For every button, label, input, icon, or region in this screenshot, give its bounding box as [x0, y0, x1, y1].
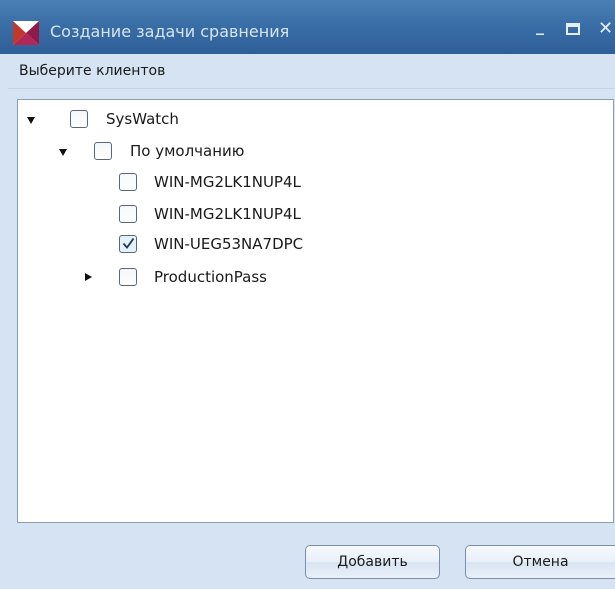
tree-item-client[interactable]: WIN-UEG53NA7DPC: [18, 233, 613, 257]
collapse-arrow-icon[interactable]: [85, 273, 92, 281]
tree-item-label: WIN-MG2LK1NUP4L: [154, 173, 301, 191]
cancel-button[interactable]: Отмена: [465, 545, 615, 579]
expand-arrow-icon[interactable]: [59, 149, 67, 156]
divider: [8, 88, 615, 89]
tree-item-syswatch[interactable]: SysWatch: [18, 108, 613, 132]
tree-item-label: WIN-MG2LK1NUP4L: [154, 205, 301, 223]
checkbox[interactable]: [94, 142, 112, 160]
maximize-button[interactable]: [566, 23, 580, 35]
expand-arrow-icon[interactable]: [27, 117, 35, 124]
checkbox[interactable]: [119, 205, 137, 223]
tree-item-client[interactable]: WIN-MG2LK1NUP4L: [18, 203, 613, 227]
tree-item-label: По умолчанию: [130, 142, 245, 160]
tree-item-productionpass[interactable]: ProductionPass: [18, 266, 613, 290]
tree-item-label: ProductionPass: [154, 268, 267, 286]
tree-item-label: SysWatch: [106, 110, 179, 128]
select-clients-label: Выберите клиентов: [19, 63, 166, 79]
close-button[interactable]: ✕: [598, 18, 613, 39]
title-bar[interactable]: Создание задачи сравнения _ ✕: [0, 0, 615, 54]
checkbox[interactable]: [119, 173, 137, 191]
checkbox-checked[interactable]: [119, 235, 137, 253]
client-tree[interactable]: SysWatch По умолчанию WIN-MG2LK1NUP4L WI…: [17, 99, 614, 523]
tree-item-client[interactable]: WIN-MG2LK1NUP4L: [18, 171, 613, 195]
tree-item-default-group[interactable]: По умолчанию: [18, 140, 613, 164]
envelope-logo-icon: [13, 21, 39, 45]
window-title: Создание задачи сравнения: [50, 22, 290, 41]
add-button[interactable]: Добавить: [305, 545, 440, 579]
checkbox[interactable]: [70, 110, 88, 128]
checkmark-icon: [122, 237, 135, 249]
dialog-window: Создание задачи сравнения _ ✕ Выберите к…: [0, 0, 615, 589]
checkbox[interactable]: [119, 268, 137, 286]
minimize-button[interactable]: _: [536, 16, 544, 35]
tree-item-label: WIN-UEG53NA7DPC: [154, 235, 304, 253]
